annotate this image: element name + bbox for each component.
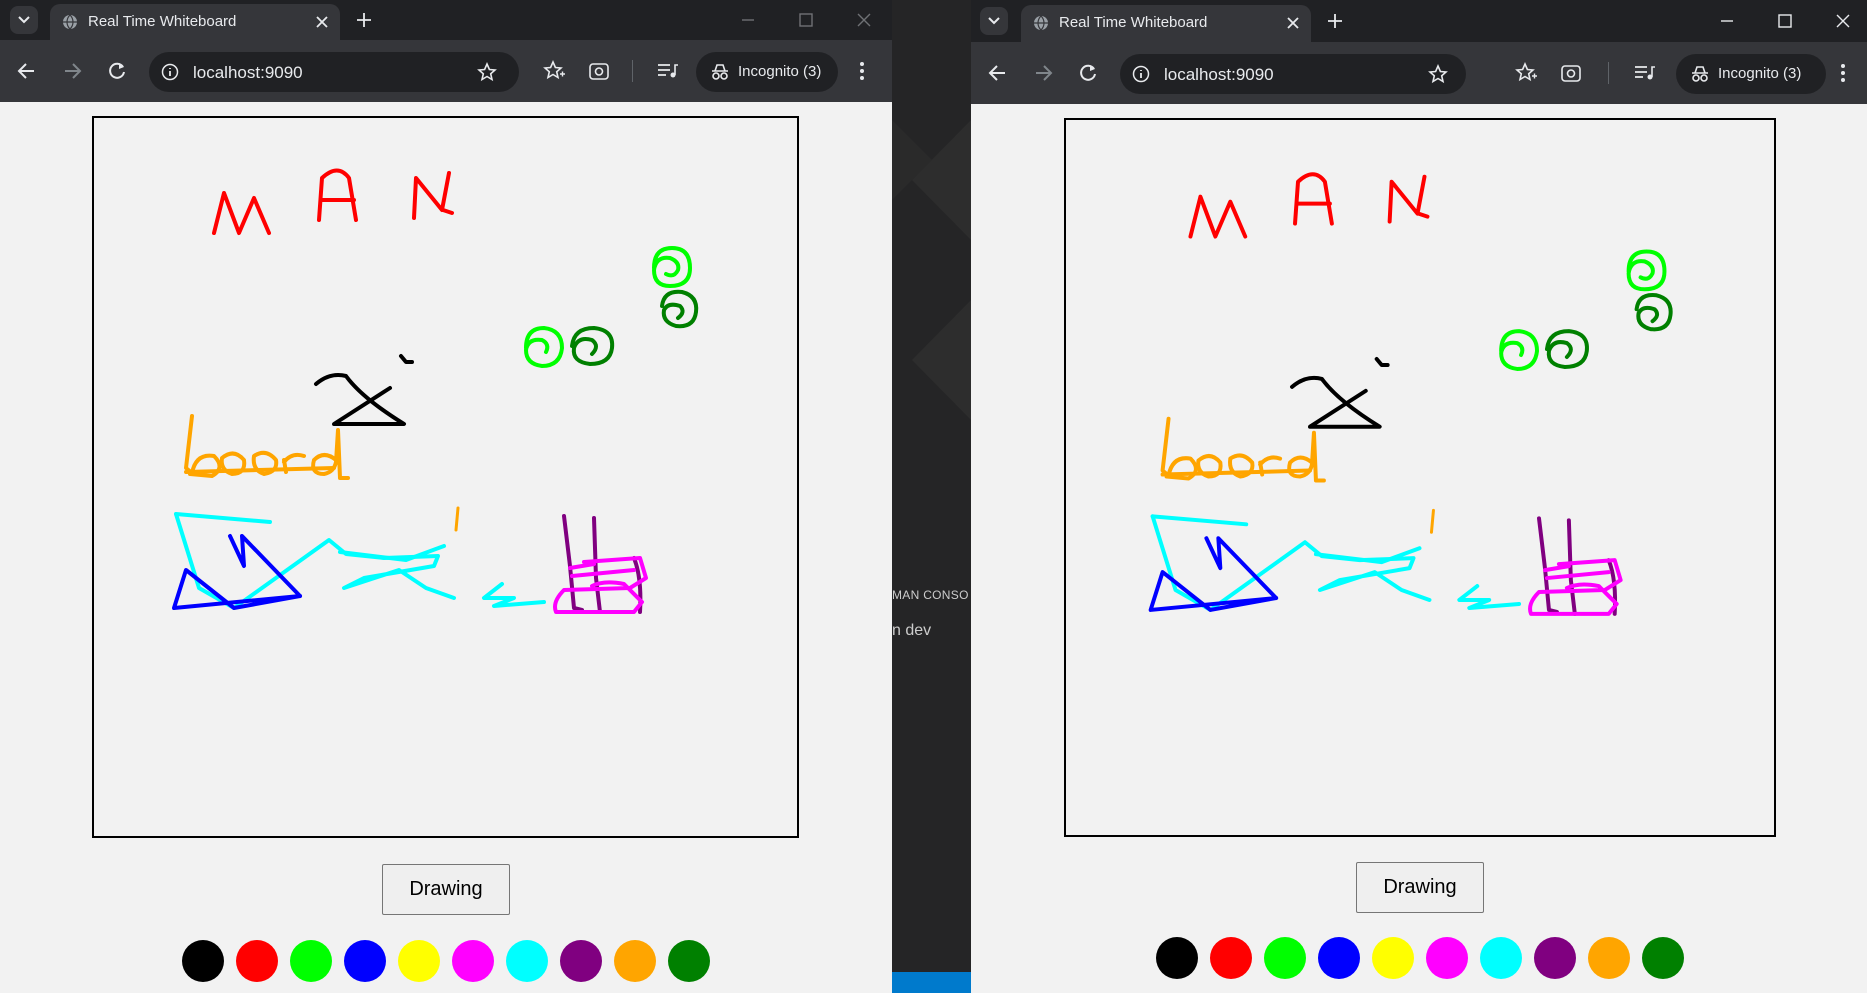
globe-icon — [63, 14, 77, 30]
minimize-icon[interactable] — [1717, 11, 1737, 31]
swatch-purple[interactable] — [560, 940, 602, 982]
whiteboard-drawing — [1148, 172, 1673, 616]
new-tab-icon[interactable] — [355, 11, 373, 29]
swatch-orange[interactable] — [614, 940, 656, 982]
swatch-cyan[interactable] — [506, 940, 548, 982]
bookmark-star-icon[interactable] — [477, 62, 497, 82]
address-bar[interactable]: localhost:9090 — [149, 52, 519, 92]
browser-window-right: Real Time Whiteboard localhost:9090 Inco… — [971, 0, 1867, 993]
minimize-icon[interactable] — [738, 10, 758, 30]
swatch-black[interactable] — [1156, 937, 1198, 979]
incognito-icon — [712, 64, 728, 80]
tab-title: Real Time Whiteboard — [1059, 14, 1208, 31]
url-text: localhost:9090 — [1164, 65, 1274, 84]
window-close-icon[interactable] — [854, 10, 874, 30]
close-icon[interactable] — [314, 14, 330, 30]
incognito-badge[interactable]: Incognito (3) — [696, 52, 838, 92]
forward-icon[interactable] — [1032, 62, 1054, 84]
terminal-line: n dev — [892, 622, 932, 639]
swatch-magenta[interactable] — [452, 940, 494, 982]
site-info-icon[interactable] — [161, 63, 179, 81]
swatch-red[interactable] — [236, 940, 278, 982]
swatch-blue[interactable] — [344, 940, 386, 982]
swatch-yellow[interactable] — [1372, 937, 1414, 979]
tab-search-icon — [988, 17, 1000, 25]
mode-toggle-button[interactable]: Drawing — [382, 864, 510, 915]
forward-icon[interactable] — [61, 60, 83, 82]
incognito-label: Incognito (3) — [738, 63, 822, 80]
tab-whiteboard[interactable]: Real Time Whiteboard — [50, 4, 340, 40]
swatch-red[interactable] — [1210, 937, 1252, 979]
swatch-purple[interactable] — [1534, 937, 1576, 979]
swatch-orange[interactable] — [1588, 937, 1630, 979]
maximize-icon[interactable] — [796, 10, 816, 30]
swatch-lime[interactable] — [290, 940, 332, 982]
tab-strip: Real Time Whiteboard — [971, 0, 1867, 42]
swatch-yellow[interactable] — [398, 940, 440, 982]
browser-toolbar: localhost:9090 Incognito (3) — [0, 40, 892, 102]
bookmark-star-icon[interactable] — [1428, 64, 1448, 84]
incognito-badge[interactable]: Incognito (3) — [1676, 54, 1826, 94]
browser-toolbar: localhost:9090 Incognito (3) — [971, 42, 1867, 104]
reload-icon[interactable] — [1077, 62, 1099, 84]
tab-search-button[interactable] — [10, 6, 38, 34]
site-info-icon[interactable] — [1132, 65, 1150, 83]
tab-title: Real Time Whiteboard — [88, 13, 237, 30]
maximize-icon[interactable] — [1775, 11, 1795, 31]
swatch-lime[interactable] — [1264, 937, 1306, 979]
whiteboard-canvas[interactable] — [1064, 118, 1776, 837]
swatch-green[interactable] — [1642, 937, 1684, 979]
mode-toggle-button[interactable]: Drawing — [1356, 862, 1484, 913]
address-bar[interactable]: localhost:9090 — [1120, 54, 1466, 94]
window-close-icon[interactable] — [1833, 11, 1853, 31]
back-icon[interactable] — [16, 60, 38, 82]
whiteboard-drawing — [172, 168, 699, 614]
close-icon[interactable] — [1285, 15, 1301, 31]
menu-icon[interactable] — [856, 60, 868, 82]
reading-list-icon[interactable] — [656, 60, 678, 82]
incognito-label: Incognito (3) — [1718, 65, 1802, 82]
tab-strip: Real Time Whiteboard — [0, 0, 892, 40]
lens-icon[interactable] — [1560, 62, 1582, 84]
bookmarks-icon[interactable] — [543, 60, 565, 82]
swatch-black[interactable] — [182, 940, 224, 982]
incognito-icon — [1692, 66, 1708, 82]
reload-icon[interactable] — [106, 60, 128, 82]
new-tab-icon[interactable] — [1326, 12, 1344, 30]
editor-status-bar — [892, 972, 971, 993]
menu-icon[interactable] — [1837, 62, 1849, 84]
background-editor — [892, 0, 971, 993]
editor-panel-header: MAN CONSO — [892, 588, 969, 602]
browser-window-left: Real Time Whiteboard localhost:9090 Inco… — [0, 0, 892, 993]
tab-search-icon — [18, 16, 30, 24]
whiteboard-canvas[interactable] — [92, 116, 799, 838]
toolbar-separator — [1608, 62, 1609, 84]
lens-icon[interactable] — [588, 60, 610, 82]
swatch-green[interactable] — [668, 940, 710, 982]
tab-search-button[interactable] — [980, 7, 1008, 35]
tab-whiteboard[interactable]: Real Time Whiteboard — [1021, 5, 1311, 42]
swatch-magenta[interactable] — [1426, 937, 1468, 979]
editor-watermark — [892, 120, 971, 420]
swatch-blue[interactable] — [1318, 937, 1360, 979]
swatch-cyan[interactable] — [1480, 937, 1522, 979]
toolbar-separator — [632, 60, 633, 82]
reading-list-icon[interactable] — [1633, 62, 1655, 84]
bookmarks-icon[interactable] — [1515, 62, 1537, 84]
url-text: localhost:9090 — [193, 63, 303, 82]
back-icon[interactable] — [987, 62, 1009, 84]
globe-icon — [1034, 15, 1048, 31]
